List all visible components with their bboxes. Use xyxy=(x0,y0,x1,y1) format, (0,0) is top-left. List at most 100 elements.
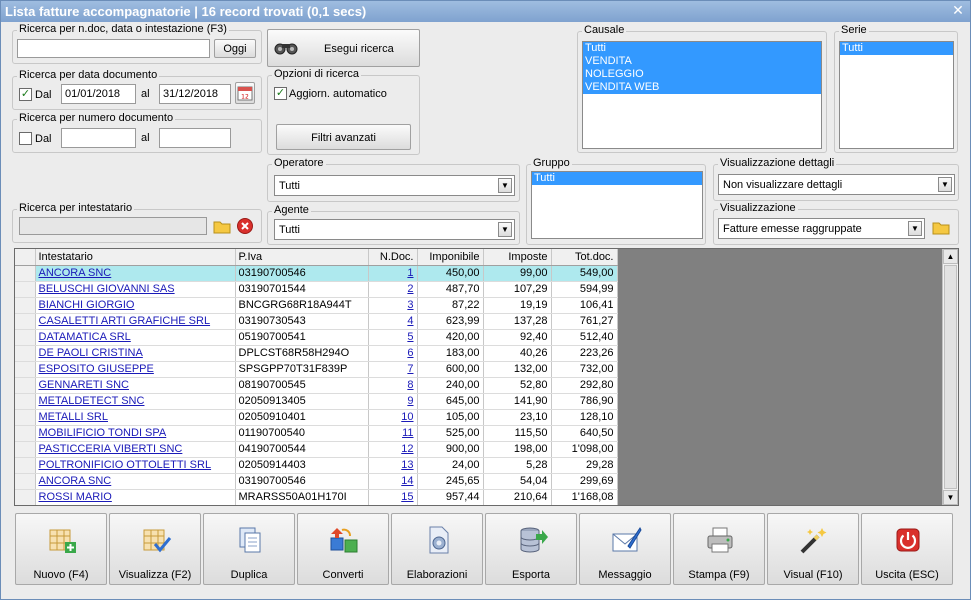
advanced-filters-button[interactable]: Filtri avanzati xyxy=(276,124,411,150)
cell-ndoc[interactable]: 1 xyxy=(368,265,418,282)
table-row[interactable]: ROSSI MARIO MRARSS50A01H170I 15 957,44 210,6… xyxy=(15,489,618,505)
table-row[interactable]: ANCORA SNC 03190700546 14 245,65 54,04 299,69 xyxy=(15,473,618,490)
table-row[interactable]: DE PAOLI CRISTINA DPLCST68R58H294O 6 183,00… xyxy=(15,345,618,362)
row-indicator[interactable] xyxy=(15,265,36,282)
operatore-select[interactable]: Tutti ▼ xyxy=(274,175,515,196)
cell-ndoc[interactable]: 11 xyxy=(368,425,418,442)
gruppo-item[interactable]: Tutti xyxy=(532,172,702,185)
cell-intestatario[interactable]: PASTICCERIA VIBERTI SNC xyxy=(35,441,236,458)
row-indicator[interactable] xyxy=(15,361,36,378)
stampa-button[interactable]: Stampa (F9) xyxy=(673,513,765,585)
scroll-thumb[interactable] xyxy=(944,265,957,489)
messaggio-button[interactable]: Messaggio xyxy=(579,513,671,585)
table-row[interactable]: CASALETTI ARTI GRAFICHE SRL 03190730543 4 6… xyxy=(15,313,618,330)
table-row[interactable]: DATAMATICA SRL 05190700541 5 420,00 92,40 512… xyxy=(15,329,618,346)
serie-list[interactable]: Tutti xyxy=(839,41,954,149)
cell-ndoc[interactable]: 15 xyxy=(368,489,418,505)
visual-button[interactable]: Visual (F10) xyxy=(767,513,859,585)
row-indicator[interactable] xyxy=(15,457,36,474)
scroll-up-icon[interactable]: ▲ xyxy=(943,249,958,264)
cell-ndoc[interactable]: 9 xyxy=(368,393,418,410)
causale-item[interactable]: Tutti xyxy=(583,42,821,55)
causale-list[interactable]: Tutti VENDITA NOLEGGIO VENDITA WEB xyxy=(582,41,822,149)
date-from-field[interactable]: 01/01/2018 xyxy=(61,84,136,104)
cell-ndoc[interactable]: 4 xyxy=(368,313,418,330)
causale-item[interactable]: VENDITA xyxy=(583,55,821,68)
elaborazioni-button[interactable]: Elaborazioni xyxy=(391,513,483,585)
cell-intestatario[interactable]: METALDETECT SNC xyxy=(35,393,236,410)
table-row[interactable]: BIANCHI GIORGIO BNCGRG68R18A944T 3 87,22 19,… xyxy=(15,297,618,314)
cell-ndoc[interactable]: 12 xyxy=(368,441,418,458)
table-row[interactable]: ANCORA SNC 03190700546 1 450,00 99,00 549,00 xyxy=(15,265,618,282)
cell-ndoc[interactable]: 14 xyxy=(368,473,418,490)
oggi-button[interactable]: Oggi xyxy=(214,39,256,58)
header-totdoc[interactable]: Tot.doc. xyxy=(551,249,618,266)
row-indicator[interactable] xyxy=(15,329,36,346)
close-icon[interactable]: ✕ xyxy=(950,2,966,18)
table-row[interactable]: METALDETECT SNC 02050913405 9 645,00 141,90 7… xyxy=(15,393,618,410)
cell-ndoc[interactable]: 7 xyxy=(368,361,418,378)
table-row[interactable]: POLTRONIFICIO OTTOLETTI SRL 02050914403 13… xyxy=(15,457,618,474)
cell-intestatario[interactable]: BIANCHI GIORGIO xyxy=(35,297,236,314)
vertical-scrollbar[interactable]: ▲ ▼ xyxy=(942,249,958,505)
cell-ndoc[interactable]: 3 xyxy=(368,297,418,314)
visualizza-button[interactable]: Visualizza (F2) xyxy=(109,513,201,585)
cell-intestatario[interactable]: ESPOSITO GIUSEPPE xyxy=(35,361,236,378)
cell-intestatario[interactable]: ANCORA SNC xyxy=(35,473,236,490)
causale-item[interactable]: VENDITA WEB xyxy=(583,81,821,94)
header-piva[interactable]: P.Iva xyxy=(235,249,369,266)
row-indicator[interactable] xyxy=(15,473,36,490)
scroll-down-icon[interactable]: ▼ xyxy=(943,490,958,505)
row-indicator[interactable] xyxy=(15,377,36,394)
cell-intestatario[interactable]: DE PAOLI CRISTINA xyxy=(35,345,236,362)
dettagli-select[interactable]: Non visualizzare dettagli ▼ xyxy=(718,174,955,195)
header-imposte[interactable]: Imposte xyxy=(483,249,552,266)
row-indicator[interactable] xyxy=(15,313,36,330)
visual-select[interactable]: Fatture emesse raggruppate ▼ xyxy=(718,218,925,239)
row-indicator[interactable] xyxy=(15,441,36,458)
nuovo-button[interactable]: Nuovo (F4) xyxy=(15,513,107,585)
row-indicator[interactable] xyxy=(15,409,36,426)
cell-intestatario[interactable]: CASALETTI ARTI GRAFICHE SRL xyxy=(35,313,236,330)
header-intestatario[interactable]: Intestatario xyxy=(35,249,236,266)
num-from-field[interactable] xyxy=(61,128,136,148)
num-dal-checkbox[interactable]: ✓ xyxy=(19,132,32,145)
row-indicator[interactable] xyxy=(15,345,36,362)
esporta-button[interactable]: Esporta xyxy=(485,513,577,585)
cell-intestatario[interactable]: ROSSI MARIO xyxy=(35,489,236,505)
cell-ndoc[interactable]: 6 xyxy=(368,345,418,362)
cell-ndoc[interactable]: 10 xyxy=(368,409,418,426)
table-row[interactable]: ESPOSITO GIUSEPPE SPSGPP70T31F839P 7 600,00… xyxy=(15,361,618,378)
header-imponibile[interactable]: Imponibile xyxy=(417,249,484,266)
table-row[interactable]: METALLI SRL 02050910401 10 105,00 23,10 128,1… xyxy=(15,409,618,426)
cell-intestatario[interactable]: GENNARETI SNC xyxy=(35,377,236,394)
cell-ndoc[interactable]: 8 xyxy=(368,377,418,394)
row-indicator[interactable] xyxy=(15,425,36,442)
table-row[interactable]: PASTICCERIA VIBERTI SNC 04190700544 12 900,… xyxy=(15,441,618,458)
folder-button[interactable] xyxy=(213,217,231,235)
cell-ndoc[interactable]: 5 xyxy=(368,329,418,346)
cell-intestatario[interactable]: MOBILIFICIO TONDI SPA xyxy=(35,425,236,442)
causale-item[interactable]: NOLEGGIO xyxy=(583,68,821,81)
cell-ndoc[interactable]: 2 xyxy=(368,281,418,298)
uscita-button[interactable]: Uscita (ESC) xyxy=(861,513,953,585)
cell-ndoc[interactable]: 13 xyxy=(368,457,418,474)
visual-folder-button[interactable] xyxy=(932,218,952,238)
row-indicator[interactable] xyxy=(15,297,36,314)
gruppo-list[interactable]: Tutti xyxy=(531,171,703,239)
agente-select[interactable]: Tutti ▼ xyxy=(274,219,515,240)
table-row[interactable]: GENNARETI SNC 08190700545 8 240,00 52,80 292,… xyxy=(15,377,618,394)
serie-item[interactable]: Tutti xyxy=(840,42,953,55)
calendar-button[interactable]: 12 xyxy=(235,82,255,104)
header-ndoc[interactable]: N.Doc. xyxy=(368,249,418,266)
holder-input[interactable] xyxy=(19,217,207,235)
table-row[interactable]: BELUSCHI GIOVANNI SAS 03190701544 2 487,70 1… xyxy=(15,281,618,298)
cell-intestatario[interactable]: ANCORA SNC xyxy=(35,265,236,282)
cell-intestatario[interactable]: METALLI SRL xyxy=(35,409,236,426)
cell-intestatario[interactable]: DATAMATICA SRL xyxy=(35,329,236,346)
row-indicator[interactable] xyxy=(15,281,36,298)
search-run-button[interactable]: Esegui ricerca xyxy=(267,29,420,67)
cell-intestatario[interactable]: POLTRONIFICIO OTTOLETTI SRL xyxy=(35,457,236,474)
converti-button[interactable]: Converti xyxy=(297,513,389,585)
date-dal-checkbox[interactable]: ✓ xyxy=(19,88,32,101)
